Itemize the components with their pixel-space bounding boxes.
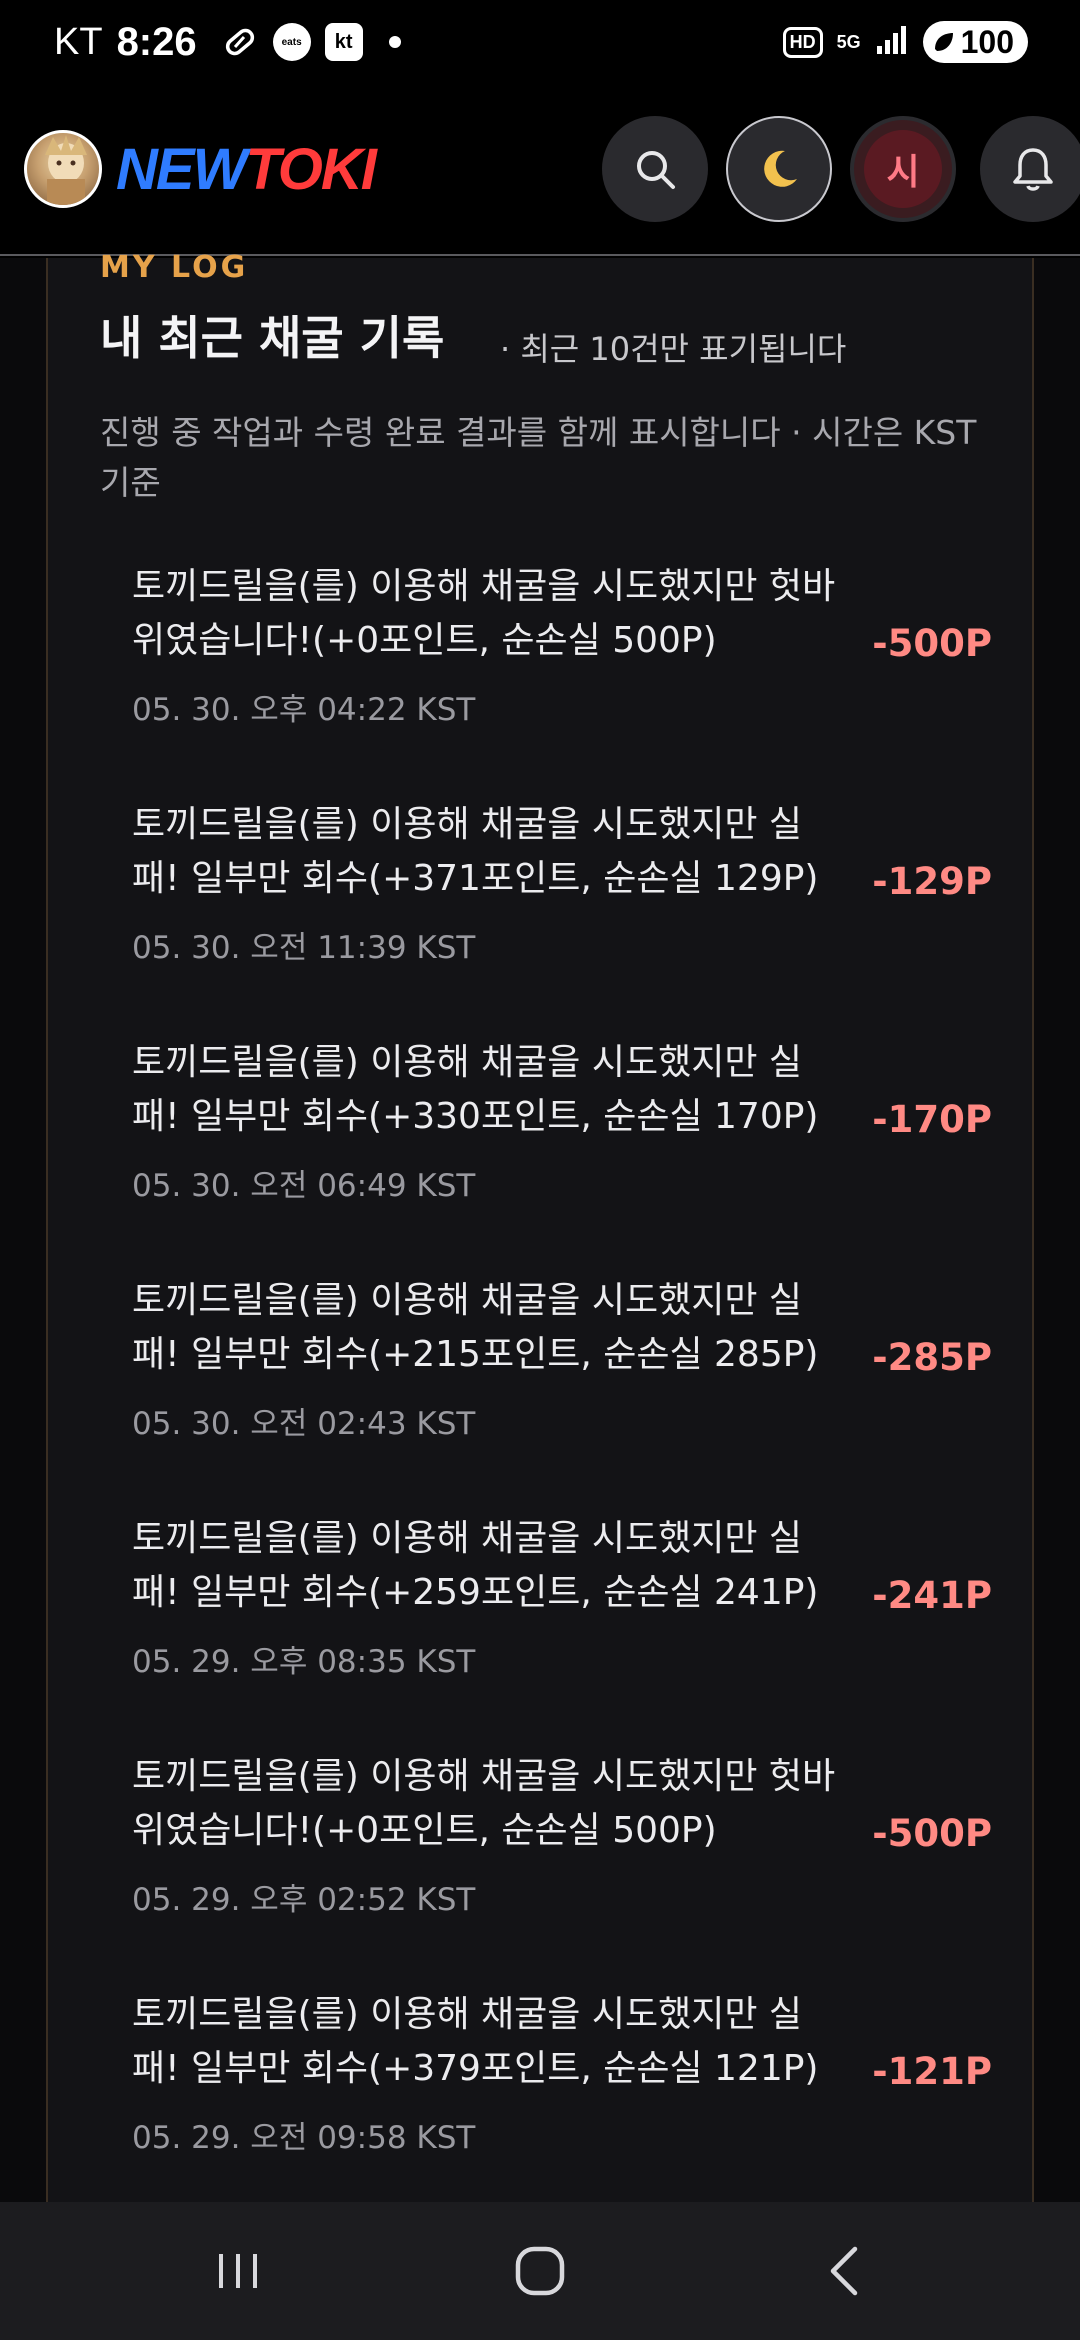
log-time: 05. 30. 오전 02:43 KST <box>132 1406 476 1442</box>
log-time: 05. 30. 오후 04:22 KST <box>132 692 476 728</box>
battery-indicator: 100 <box>922 21 1028 63</box>
system-nav-bar <box>0 2202 1080 2340</box>
search-button[interactable] <box>602 116 708 222</box>
eats-app-icon: eats <box>272 23 311 61</box>
back-button[interactable] <box>804 2236 884 2306</box>
kt-app-icon: kt <box>324 23 363 61</box>
log-message: 토끼드릴을(를) 이용해 채굴을 시도했지만 헛바위였습니다!(+0포인트, 순… <box>132 1756 836 1851</box>
log-time: 05. 29. 오전 09:58 KST <box>132 2120 476 2156</box>
log-item: 토끼드릴을(를) 이용해 채굴을 시도했지만 헛바위였습니다!(+0포인트, 순… <box>132 1750 1032 1988</box>
section-title: 내 최근 채굴 기록 <box>100 311 445 365</box>
log-time: 05. 30. 오전 06:49 KST <box>132 1168 476 1204</box>
signal-icon <box>875 24 909 61</box>
log-amount: -170P <box>872 1098 992 1141</box>
log-item: 토끼드릴을(를) 이용해 채굴을 시도했지만 실패! 일부만 회수(+371포인… <box>132 798 1032 1036</box>
log-amount: -285P <box>872 1336 992 1379</box>
log-amount: -129P <box>872 860 992 903</box>
notification-dot-icon <box>388 36 401 48</box>
log-message: 토끼드릴을(를) 이용해 채굴을 시도했지만 실패! 일부만 회수(+371포인… <box>132 804 819 899</box>
log-item: 토끼드릴을(를) 이용해 채굴을 시도했지만 실패! 일부만 회수(+259포인… <box>132 1512 1032 1750</box>
log-message: 토끼드릴을(를) 이용해 채굴을 시도했지만 실패! 일부만 회수(+215포인… <box>132 1280 819 1375</box>
log-message: 토끼드릴을(를) 이용해 채굴을 시도했지만 실패! 일부만 회수(+259포인… <box>132 1518 819 1613</box>
battery-level: 100 <box>960 23 1014 60</box>
log-item: 토끼드릴을(를) 이용해 채굴을 시도했지만 헛바위였습니다!(+0포인트, 순… <box>132 560 1032 798</box>
battery-saver-icon <box>934 33 953 51</box>
log-item: 토끼드릴을(를) 이용해 채굴을 시도했지만 실패! 일부만 회수(+330포인… <box>132 1036 1032 1274</box>
log-time: 05. 29. 오후 02:52 KST <box>132 1882 476 1918</box>
log-item: 토끼드릴을(를) 이용해 채굴을 시도했지만 실패! 일부만 회수(+215포인… <box>132 1274 1032 1512</box>
theme-toggle-button[interactable] <box>726 116 832 222</box>
status-bar: KT 8:26 eats kt HD 5G 100 <box>0 0 1080 84</box>
bell-icon <box>1013 148 1053 191</box>
user-avatar: 시 <box>864 130 942 208</box>
network-type-icon: 5G <box>836 32 861 52</box>
hd-voice-icon: HD <box>782 26 823 58</box>
section-eyebrow: MY LOG <box>100 250 249 285</box>
logo-new-text: NEW <box>116 137 247 202</box>
log-message: 토끼드릴을(를) 이용해 채굴을 시도했지만 헛바위였습니다!(+0포인트, 순… <box>132 566 836 661</box>
back-icon <box>830 2246 858 2296</box>
log-time: 05. 30. 오전 11:39 KST <box>132 930 476 966</box>
log-item: 토끼드릴을(를) 이용해 채굴을 시도했지만 실패! 일부만 회수(+379포인… <box>132 1988 1032 2226</box>
mining-log-card: MY LOG 내 최근 채굴 기록 · 최근 10건만 표기됩니다 진행 중 작… <box>46 250 1034 2202</box>
log-amount: -241P <box>872 1574 992 1617</box>
log-amount: -500P <box>872 622 992 665</box>
log-time: 05. 29. 오후 08:35 KST <box>132 1644 476 1680</box>
site-header: NEWTOKI 시 <box>0 84 1080 256</box>
log-amount: -121P <box>872 2050 992 2093</box>
log-amount: -500P <box>872 1812 992 1855</box>
recents-icon <box>219 2254 257 2288</box>
section-title-note: · 최근 10건만 표기됩니다 <box>500 330 847 368</box>
search-icon <box>637 151 675 189</box>
log-list: 토끼드릴을(를) 이용해 채굴을 시도했지만 헛바위였습니다!(+0포인트, 순… <box>132 560 1032 2226</box>
logo-mascot-icon[interactable] <box>24 130 102 208</box>
log-message: 토끼드릴을(를) 이용해 채굴을 시도했지만 실패! 일부만 회수(+330포인… <box>132 1042 819 1137</box>
clock: 8:26 <box>116 19 197 64</box>
logo-toki-text: TOKI <box>245 137 376 202</box>
section-description: 진행 중 작업과 수령 완료 결과를 함께 표시합니다 · 시간은 KST 기준 <box>100 413 977 502</box>
recents-button[interactable] <box>198 2236 278 2306</box>
site-logo[interactable]: NEWTOKI <box>116 137 377 202</box>
moon-icon <box>764 150 797 187</box>
log-message: 토끼드릴을(를) 이용해 채굴을 시도했지만 실패! 일부만 회수(+379포인… <box>132 1994 819 2089</box>
home-icon <box>515 2246 565 2296</box>
user-menu-button[interactable]: 시 <box>850 116 956 222</box>
notifications-button[interactable] <box>980 116 1080 222</box>
carrier-label: KT <box>54 20 103 63</box>
pill-icon <box>221 23 259 61</box>
home-button[interactable] <box>500 2236 580 2306</box>
